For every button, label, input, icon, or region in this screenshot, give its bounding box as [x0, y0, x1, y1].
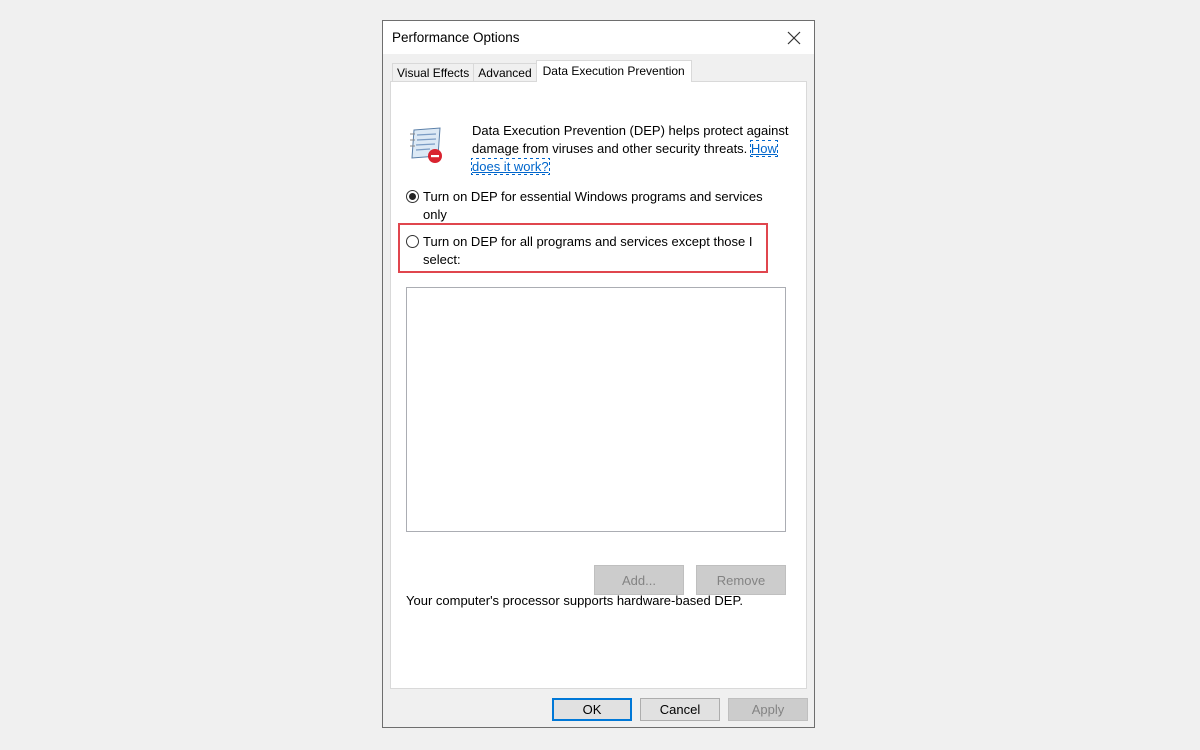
dep-description-text: Data Execution Prevention (DEP) helps pr… [472, 123, 789, 156]
apply-button[interactable]: Apply [728, 698, 808, 721]
close-icon [787, 31, 801, 44]
dep-shield-icon [410, 127, 442, 163]
tab-strip: Visual Effects Advanced Data Execution P… [392, 60, 692, 82]
close-button[interactable] [774, 21, 814, 54]
performance-options-dialog: Performance Options Visual Effects Advan… [382, 20, 815, 728]
tab-visual-effects[interactable]: Visual Effects [392, 63, 475, 82]
radio-essential-label: Turn on DEP for essential Windows progra… [423, 189, 763, 222]
window-title: Performance Options [392, 30, 520, 45]
ok-button[interactable]: OK [552, 698, 632, 721]
title-bar: Performance Options [383, 21, 814, 54]
hardware-dep-support-text: Your computer's processor supports hardw… [406, 593, 744, 608]
excluded-programs-list[interactable] [406, 287, 786, 532]
radio-essential-indicator[interactable] [406, 190, 419, 203]
radio-all-indicator[interactable] [406, 235, 419, 248]
add-button[interactable]: Add... [594, 565, 684, 595]
tab-data-execution-prevention[interactable]: Data Execution Prevention [535, 60, 692, 82]
tab-advanced[interactable]: Advanced [473, 63, 537, 82]
dep-description: Data Execution Prevention (DEP) helps pr… [471, 122, 792, 176]
radio-all-programs[interactable]: Turn on DEP for all programs and service… [406, 233, 776, 269]
cancel-button[interactable]: Cancel [640, 698, 720, 721]
radio-essential-programs[interactable]: Turn on DEP for essential Windows progra… [406, 188, 776, 224]
dep-tab-panel: Data Execution Prevention (DEP) helps pr… [390, 81, 807, 689]
radio-all-label: Turn on DEP for all programs and service… [423, 234, 753, 267]
remove-button[interactable]: Remove [696, 565, 786, 595]
